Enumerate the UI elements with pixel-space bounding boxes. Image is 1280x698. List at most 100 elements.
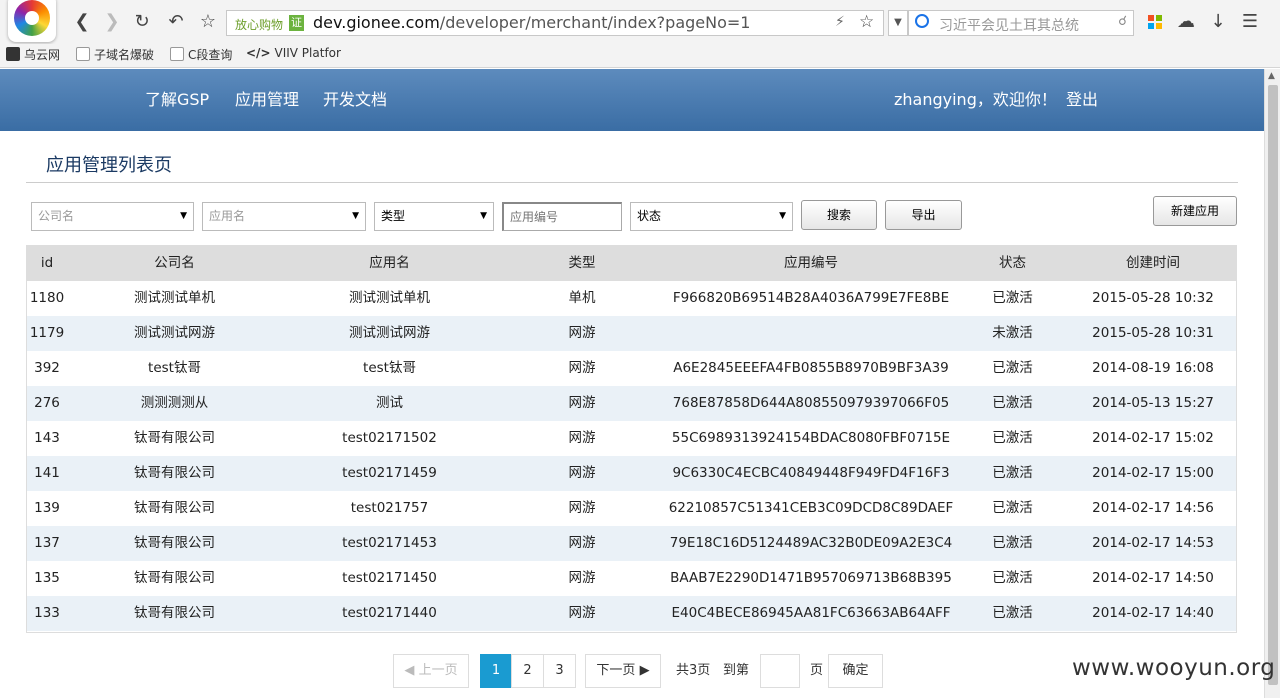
browser-logo-icon[interactable] <box>8 0 56 42</box>
scroll-up-icon[interactable]: ▲ <box>1268 71 1275 81</box>
certificate-icon[interactable]: 证 <box>289 15 304 31</box>
page-3-button[interactable]: 3 <box>543 654 576 688</box>
bookmark-label: 子域名爆破 <box>94 48 155 62</box>
bookmark-star-icon[interactable]: ☆ <box>198 12 218 32</box>
column-header: 类型 <box>568 255 596 271</box>
vertical-scrollbar[interactable]: ▲ <box>1264 69 1280 698</box>
cell-app-name: test02171459 <box>342 465 437 481</box>
favorite-star-icon[interactable]: ☆ <box>859 12 874 32</box>
cell-app-name: 测试测试单机 <box>349 290 430 306</box>
company-select[interactable]: 公司名 ▼ <box>31 202 194 231</box>
cell-app-number: 79E18C16D5124489AC32B0DE09A2E3C4 <box>669 535 953 551</box>
app-table: id 公司名 应用名 类型 应用编号 状态 创建时间 1180 测试测试单机 测试测… <box>26 245 1237 633</box>
logout-link[interactable]: 登出 <box>1066 86 1098 110</box>
bookmark-viiv[interactable]: </> VIIV Platfor <box>246 46 341 60</box>
column-header: 公司名 <box>154 255 195 271</box>
table-row: 141 钛哥有限公司 test02171459 网游 9C6330C4ECBC40849… <box>27 456 1236 491</box>
cell-app-number <box>667 316 955 351</box>
divider <box>26 182 1238 183</box>
export-button[interactable]: 导出 <box>885 200 962 230</box>
cell-id: 141 <box>34 465 60 481</box>
bookmark-wooyun[interactable]: 乌云网 <box>6 46 60 63</box>
cell-company: 钛哥有限公司 <box>134 570 215 586</box>
browser-toolbar: ❮ ❯ ↻ ↶ ☆ 放心购物 证 dev.gionee.com/develope… <box>0 0 1280 44</box>
cell-app-number: A6E2845EEEFA4FB0855B8970B9BF3A39 <box>673 360 949 376</box>
app-number-input[interactable] <box>502 202 622 231</box>
cell-id: 392 <box>34 360 60 376</box>
nav-app-management[interactable]: 应用管理 <box>235 86 299 110</box>
lightning-icon[interactable]: ⚡ <box>835 14 845 30</box>
cell-id: 1180 <box>29 290 65 306</box>
page-1-button[interactable]: 1 <box>480 654 512 688</box>
table-row: 1180 测试测试单机 测试测试单机 单机 F966820B69514B28A4036A… <box>27 281 1236 316</box>
cell-status: 已激活 <box>992 465 1033 481</box>
cell-company: 钛哥有限公司 <box>134 465 215 481</box>
cell-id: 1179 <box>29 325 65 341</box>
next-page-button[interactable]: 下一页 ▶ <box>585 654 661 688</box>
bookmark-label: 乌云网 <box>24 48 61 62</box>
cloud-icon[interactable]: ☁ <box>1176 12 1196 32</box>
table-row: 1179 测试测试网游 测试测试网游 网游 未激活 2015-05-28 10:31 <box>27 316 1236 351</box>
chevron-down-icon[interactable]: ▼ <box>888 10 908 36</box>
nav-about-gsp[interactable]: 了解GSP <box>145 86 209 110</box>
apps-grid-icon[interactable] <box>1148 15 1162 29</box>
table-row: 137 钛哥有限公司 test02171453 网游 79E18C16D5124489A… <box>27 526 1236 561</box>
cell-id: 276 <box>34 395 60 411</box>
cell-company: 钛哥有限公司 <box>134 430 215 446</box>
cell-created-time: 2014-02-17 15:02 <box>1092 430 1214 446</box>
bookmark-c-segment[interactable]: C段查询 <box>170 46 232 63</box>
prev-page-button[interactable]: ◀ 上一页 <box>393 654 469 688</box>
search-placeholder: 习近平会见土耳其总统 <box>939 18 1079 34</box>
cell-type: 网游 <box>568 465 596 481</box>
cell-company: 钛哥有限公司 <box>134 605 215 621</box>
scrollbar-thumb[interactable] <box>1268 85 1278 685</box>
watermark-text: www.wooyun.org <box>1072 655 1276 681</box>
back-icon[interactable]: ❮ <box>72 12 92 32</box>
nav-dev-docs[interactable]: 开发文档 <box>323 86 387 110</box>
cell-type: 网游 <box>568 360 596 376</box>
url-text[interactable]: dev.gionee.com/developer/merchant/index?… <box>313 13 750 32</box>
reload-icon[interactable]: ↻ <box>132 12 152 32</box>
goto-page-input[interactable] <box>760 654 800 688</box>
cell-type: 网游 <box>568 535 596 551</box>
search-input[interactable]: 习近平会见土耳其总统 ☌ <box>908 10 1134 36</box>
table-row: 133 钛哥有限公司 test02171440 网游 E40C4BECE86945AA8… <box>27 596 1236 631</box>
cell-app-name: test02171440 <box>342 605 437 621</box>
cell-app-number: BAAB7E2290D1471B957069713B68B395 <box>670 570 952 586</box>
cell-created-time: 2014-02-17 15:00 <box>1092 465 1214 481</box>
cell-company: test钛哥 <box>148 360 201 376</box>
search-button[interactable]: 搜索 <box>801 200 877 230</box>
undo-icon[interactable]: ↶ <box>166 12 186 32</box>
cell-app-name: test02171450 <box>342 570 437 586</box>
download-icon[interactable]: ↓ <box>1208 12 1228 32</box>
cell-company: 测测测测从 <box>140 395 209 411</box>
page-2-button[interactable]: 2 <box>511 654 544 688</box>
cell-app-name: test02171453 <box>342 535 437 551</box>
cell-id: 135 <box>34 570 60 586</box>
cell-status: 已激活 <box>992 290 1033 306</box>
cell-company: 测试测试单机 <box>134 290 215 306</box>
cell-type: 网游 <box>568 570 596 586</box>
cell-company: 钛哥有限公司 <box>134 535 215 551</box>
app-name-select[interactable]: 应用名 ▼ <box>202 202 366 231</box>
dropdown-arrow-icon: ▼ <box>352 211 359 221</box>
table-row: 139 钛哥有限公司 test021757 网游 62210857C51341CEB3C… <box>27 491 1236 526</box>
new-app-button[interactable]: 新建应用 <box>1153 196 1237 226</box>
cell-type: 网游 <box>568 500 596 516</box>
type-select[interactable]: 类型 ▼ <box>374 202 494 231</box>
cell-created-time: 2014-08-19 16:08 <box>1092 360 1214 376</box>
cell-id: 143 <box>34 430 60 446</box>
cell-app-number: 9C6330C4ECBC40849448F949FD4F16F3 <box>672 465 950 481</box>
address-bar[interactable]: 放心购物 证 dev.gionee.com/developer/merchant… <box>226 10 884 36</box>
status-select[interactable]: 状态 ▼ <box>630 202 793 231</box>
search-icon[interactable]: ☌ <box>1118 14 1127 29</box>
page-title: 应用管理列表页 <box>46 155 172 176</box>
menu-icon[interactable]: ☰ <box>1240 12 1260 32</box>
bookmark-subdomain[interactable]: 子域名爆破 <box>76 46 154 63</box>
url-path: /developer/merchant/index?pageNo=1 <box>439 13 751 32</box>
column-header: 应用编号 <box>784 255 838 271</box>
column-header: 创建时间 <box>1126 255 1180 271</box>
cell-status: 已激活 <box>992 360 1033 376</box>
forward-icon[interactable]: ❯ <box>102 12 122 32</box>
confirm-button[interactable]: 确定 <box>828 654 883 688</box>
